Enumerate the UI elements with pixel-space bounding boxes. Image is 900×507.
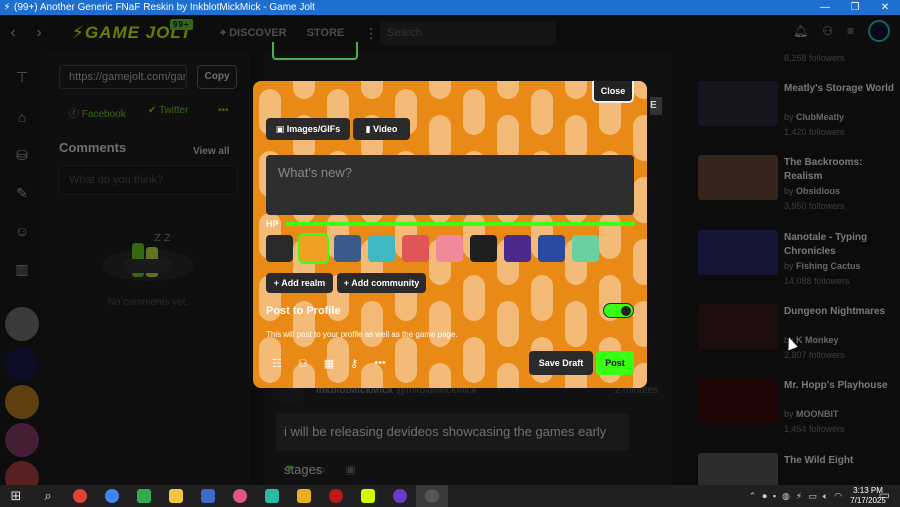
pattern-pill [293, 81, 315, 99]
tray-app-icon[interactable]: ▪ [773, 491, 776, 501]
pattern-pill [633, 301, 647, 347]
pattern-pill [531, 89, 553, 135]
pattern-pill [633, 115, 647, 161]
pattern-pill [429, 301, 451, 347]
pattern-pill [497, 301, 519, 347]
gamejolt-taskbar-icon[interactable] [352, 485, 384, 507]
window-title: (99+) Another Generic FNaF Reskin by Ink… [14, 2, 315, 13]
partial-button-outline [272, 42, 358, 60]
pattern-pill [565, 81, 587, 99]
toggle-knob [621, 306, 631, 316]
windows-start-icon[interactable]: ⊞ [0, 485, 32, 507]
maximize-icon[interactable]: ❐ [840, 0, 870, 15]
background-swatch[interactable] [334, 235, 361, 262]
pattern-pill [361, 81, 383, 99]
pattern-pill [565, 301, 587, 347]
images-gifs-button[interactable]: ▣ Images/GIFs [266, 118, 350, 140]
video-label: Video [373, 124, 398, 134]
background-swatch[interactable] [538, 235, 565, 262]
add-realm-button[interactable]: + Add realm [266, 273, 333, 293]
post-to-profile-label: Post to Profile [266, 305, 341, 317]
close-button[interactable]: Close [592, 81, 634, 103]
app-icon[interactable] [256, 485, 288, 507]
window-controls: — ❐ ✕ [810, 0, 900, 15]
microphone-icon[interactable]: ⏺ [762, 491, 767, 502]
post-text-input[interactable]: What's new? [266, 155, 634, 215]
pattern-pill [429, 363, 451, 388]
pattern-pill [395, 337, 417, 383]
app-icon[interactable] [288, 485, 320, 507]
mention-icon[interactable]: ⚇ [298, 357, 308, 370]
background-swatch[interactable] [572, 235, 599, 262]
poll-icon[interactable]: ☷ [272, 357, 282, 370]
folder-icon[interactable] [160, 485, 192, 507]
window-title-bar: ⚡ (99+) Another Generic FNaF Reskin by I… [0, 0, 900, 15]
close-window-icon[interactable]: ✕ [870, 0, 900, 15]
image-icon: ▣ [275, 124, 287, 134]
pattern-pill [531, 275, 553, 321]
key-icon[interactable]: ⚷ [350, 357, 358, 370]
pattern-pill [429, 81, 451, 99]
pattern-pill [633, 239, 647, 285]
taskbar: ⊞ ⌕ ⌃ ⏺ ▪ ◍ ⚡ ▭ 🔈︎ ◠ 3:13 PM 7/17/2025 ▭ [0, 485, 900, 507]
background-swatch[interactable] [504, 235, 531, 262]
pattern-pill [463, 275, 485, 321]
background-swatch[interactable] [436, 235, 463, 262]
app-icon: ⚡ [3, 2, 11, 13]
battery-icon[interactable]: ▭ [808, 491, 817, 502]
post-to-profile-toggle[interactable] [603, 303, 634, 318]
speaker-icon[interactable]: 🔈︎ [823, 491, 828, 502]
video-icon: ▮ [365, 124, 374, 134]
chrome-icon[interactable] [64, 485, 96, 507]
add-community-button[interactable]: + Add community [337, 273, 426, 293]
pattern-pill [463, 337, 485, 383]
editor-toolbar: ☷ ⚇ ▦ ⚷ ••• [272, 357, 386, 370]
partial-label: E [650, 97, 662, 115]
calendar-icon[interactable]: ▦ [324, 357, 334, 370]
pattern-pill [497, 363, 519, 388]
system-tray: ⌃ ⏺ ▪ ◍ ⚡ ▭ 🔈︎ ◠ [749, 485, 842, 507]
notification-center-icon[interactable]: ▭ [879, 488, 890, 502]
background-swatch[interactable] [266, 235, 293, 262]
pattern-pill [633, 81, 647, 99]
minimize-icon[interactable]: — [810, 0, 840, 15]
post-button[interactable]: Post [596, 351, 634, 375]
add-community-label: Add community [351, 278, 420, 288]
hp-label: HP [266, 219, 279, 229]
video-button[interactable]: ▮ Video [353, 118, 410, 140]
pattern-pill [599, 213, 621, 259]
hp-bar [285, 222, 635, 226]
app-icon[interactable] [224, 485, 256, 507]
images-gifs-label: Images/GIFs [286, 124, 341, 134]
pattern-pill [463, 89, 485, 135]
pattern-pill [633, 363, 647, 388]
background-swatch[interactable] [298, 233, 329, 264]
background-swatch[interactable] [470, 235, 497, 262]
gamejolt-tray-icon[interactable]: ⚡ [796, 491, 802, 502]
save-draft-button[interactable]: Save Draft [529, 351, 593, 375]
post-editor-modal: Close ▣ Images/GIFs ▮ Video What's new? … [253, 81, 647, 388]
pattern-pill [497, 81, 519, 99]
search-icon[interactable]: ⌕ [32, 485, 64, 507]
chrome-icon[interactable] [96, 485, 128, 507]
post-to-profile-description: This will post to your profile as well a… [266, 330, 458, 339]
more-options-icon[interactable]: ••• [374, 357, 386, 370]
app-icon[interactable] [416, 485, 448, 507]
drive-icon[interactable] [128, 485, 160, 507]
pattern-pill [633, 177, 647, 223]
add-realm-label: Add realm [281, 278, 326, 288]
background-swatch[interactable] [368, 235, 395, 262]
pattern-pill [361, 301, 383, 347]
app-icon[interactable] [384, 485, 416, 507]
chevron-up-icon[interactable]: ⌃ [749, 491, 757, 502]
background-swatch[interactable] [402, 235, 429, 262]
chrome-tray-icon[interactable]: ◍ [782, 491, 790, 502]
app-icon[interactable] [320, 485, 352, 507]
roblox-studio-icon[interactable] [192, 485, 224, 507]
